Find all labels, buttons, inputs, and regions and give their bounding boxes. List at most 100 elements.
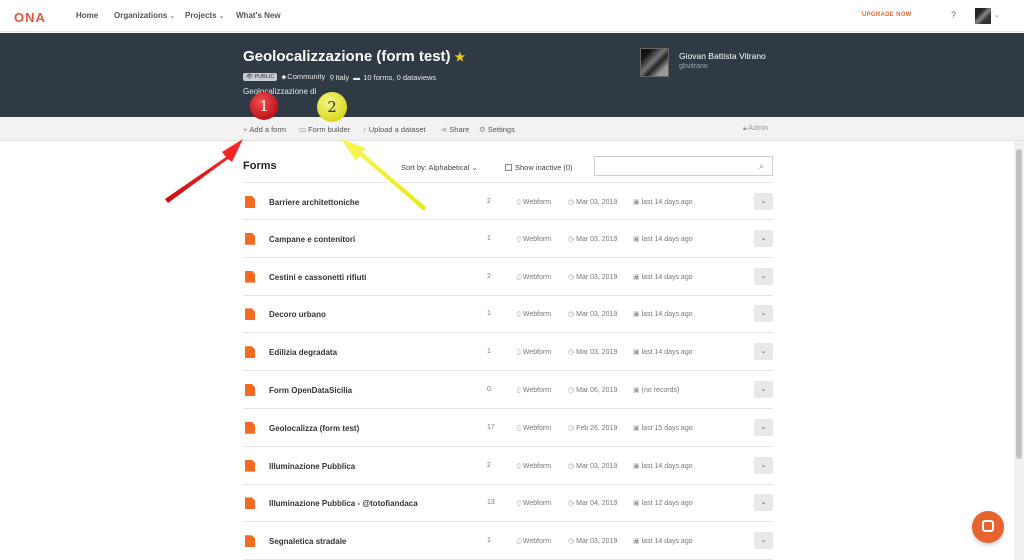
table-row[interactable]: Form OpenDataSicilia 0 ▯ Webform ◷ Mar 06, 20… <box>243 371 773 409</box>
ona-logo[interactable]: ONA <box>14 10 46 25</box>
edit-icon: ▣ <box>633 273 640 281</box>
show-inactive-label: Show inactive (0) <box>515 163 573 172</box>
star-icon[interactable]: ★ <box>455 50 466 64</box>
clock-icon: ◷ <box>568 538 575 546</box>
edit-icon: ▣ <box>633 538 640 546</box>
submission-count: 17 <box>487 423 495 431</box>
user-avatar[interactable] <box>975 8 991 24</box>
owner-name[interactable]: Giovan Battista Vitrano <box>679 51 766 61</box>
admin-label: 🔒︎ Admin <box>743 125 768 133</box>
upload-dataset-button[interactable]: ↑ Upload a dataset <box>363 125 425 134</box>
form-name[interactable]: Form OpenDataSicilia <box>269 386 352 395</box>
chat-icon <box>982 520 994 532</box>
upgrade-now-link[interactable]: UPGRADE NOW <box>862 12 912 18</box>
gear-icon: ⚙ <box>479 125 486 134</box>
form-name[interactable]: Campane e contenitori <box>269 235 355 244</box>
plus-icon: + <box>243 125 248 134</box>
table-row[interactable]: Segnaletica stradale 1 ▯ Webform ◷ Mar 03, 20… <box>243 522 773 560</box>
chevron-down-icon: ⌄ <box>760 537 767 545</box>
table-row[interactable]: Cestini e cassonetti rifiuti 2 ▯ Webform ◷ Ma… <box>243 258 773 296</box>
upload-dataset-label: Upload a dataset <box>368 125 426 134</box>
add-form-button[interactable]: + Add a form <box>243 125 286 134</box>
owner-avatar[interactable] <box>640 48 669 77</box>
form-type: ▯ Webform <box>517 310 551 318</box>
nav-whats-new[interactable]: What's New <box>236 11 281 20</box>
last-submission: ▣ last 14 days ago <box>633 273 693 281</box>
form-name[interactable]: Geolocalizza (form test) <box>269 424 359 433</box>
row-menu-button[interactable]: ⌄ <box>754 456 773 474</box>
nav-projects[interactable]: Projects ⌄ <box>185 11 224 20</box>
row-menu-button[interactable]: ⌄ <box>754 494 773 512</box>
table-row[interactable]: Barriere architettoniche 2 ▯ Webform ◷ Mar 03… <box>243 182 773 220</box>
submission-count: 0 <box>487 386 491 393</box>
form-date: ◷ Mar 04, 2019 <box>568 499 617 507</box>
help-icon[interactable]: ? <box>951 10 956 20</box>
chat-button[interactable] <box>972 511 1004 543</box>
show-inactive-toggle[interactable]: Show inactive (0) <box>505 163 573 172</box>
file-icon <box>245 196 255 208</box>
chevron-down-icon: ⌄ <box>760 234 767 242</box>
clock-icon: ◷ <box>568 235 575 243</box>
form-builder-button[interactable]: ▭ Form builder <box>299 125 350 134</box>
document-icon: ▯ <box>517 273 521 281</box>
form-date-label: Mar 04, 2019 <box>576 500 618 508</box>
annotation-marker-1: 1 <box>250 92 278 120</box>
show-inactive-checkbox[interactable] <box>505 164 512 171</box>
form-name[interactable]: Decoro urbano <box>269 310 326 319</box>
row-menu-button[interactable]: ⌄ <box>754 267 773 285</box>
sort-dropdown[interactable]: Sort by: Alphabetical ⌄ <box>401 163 478 172</box>
last-submission-label: last 14 days ago <box>641 199 693 206</box>
nav-organizations[interactable]: Organizations ⌄ <box>114 11 175 20</box>
table-row[interactable]: Edilizia degradata 1 ▯ Webform ◷ Mar 03, 2019… <box>243 333 773 372</box>
form-name[interactable]: Illuminazione Pubblica - @totofiandaca <box>269 499 418 508</box>
file-icon <box>245 459 255 472</box>
submission-count: 2 <box>487 272 491 280</box>
table-row[interactable]: Illuminazione Pubblica 2 ▯ Webform ◷ Mar 03, … <box>243 447 773 485</box>
submission-count: 1 <box>487 234 491 242</box>
visibility-label: PUBLIC <box>254 74 275 80</box>
row-menu-button[interactable]: ⌄ <box>754 305 773 323</box>
form-name[interactable]: Illuminazione Pubblica <box>269 462 355 471</box>
row-menu-button[interactable]: ⌄ <box>754 343 773 361</box>
form-name[interactable]: Edilizia degradata <box>269 348 337 357</box>
form-name[interactable]: Cestini e cassonetti rifiuti <box>269 273 366 282</box>
table-row[interactable]: Illuminazione Pubblica - @totofiandaca 13… <box>243 484 773 523</box>
form-name[interactable]: Segnaletica stradale <box>269 537 346 546</box>
row-menu-button[interactable]: ⌄ <box>754 532 773 550</box>
last-submission: ▣ last 14 days ago <box>633 348 693 356</box>
last-submission-label: last 14 days ago <box>641 273 693 281</box>
last-submission-label: last 14 days ago <box>641 311 693 319</box>
document-icon: ▯ <box>517 462 521 470</box>
form-date: ◷ Mar 03, 2019 <box>568 462 617 470</box>
settings-button[interactable]: ⚙ Settings <box>479 125 515 134</box>
chevron-down-icon: ⌄ <box>471 163 478 172</box>
edit-icon: ▣ <box>633 387 640 394</box>
form-name[interactable]: Barriere architettoniche <box>269 198 359 207</box>
annotation-marker-2: 2 <box>317 92 347 122</box>
last-submission: ▣ last 14 days ago <box>633 310 693 318</box>
row-menu-button[interactable]: ⌄ <box>754 418 773 436</box>
row-menu-button[interactable]: ⌄ <box>754 193 773 210</box>
form-date-label: Mar 03, 2019 <box>576 273 618 281</box>
table-row[interactable]: Campane e contenitori 1 ▯ Webform ◷ Mar 03, 2… <box>243 220 773 258</box>
share-button[interactable]: ⋖ Share <box>441 125 469 134</box>
page-scrollbar[interactable] <box>1014 141 1024 560</box>
document-icon: ▯ <box>517 387 521 394</box>
lock-icon: 🔒︎ <box>743 125 747 132</box>
search-icon[interactable]: ⌕ <box>759 161 764 172</box>
edit-icon: ▣ <box>633 424 640 432</box>
document-icon: ▯ <box>517 500 521 508</box>
row-menu-button[interactable]: ⌄ <box>754 229 773 247</box>
row-menu-button[interactable]: ⌄ <box>754 381 773 398</box>
form-type-label: Webform <box>522 424 552 432</box>
submission-count: 1 <box>487 537 491 545</box>
table-row[interactable]: Geolocalizza (form test) 17 ▯ Webform ◷ Feb 2… <box>243 409 773 447</box>
table-row[interactable]: Decoro urbano 1 ▯ Webform ◷ Mar 03, 2019 ▣ last… <box>243 295 773 334</box>
form-type-label: Webform <box>522 462 552 470</box>
search-input[interactable]: ⌕ <box>594 156 773 176</box>
share-label: Share <box>449 125 470 134</box>
nav-home[interactable]: Home <box>76 11 98 20</box>
scrollbar-thumb[interactable] <box>1016 149 1022 459</box>
file-icon <box>245 497 255 510</box>
chevron-down-icon[interactable]: ⌄ <box>994 11 1000 19</box>
